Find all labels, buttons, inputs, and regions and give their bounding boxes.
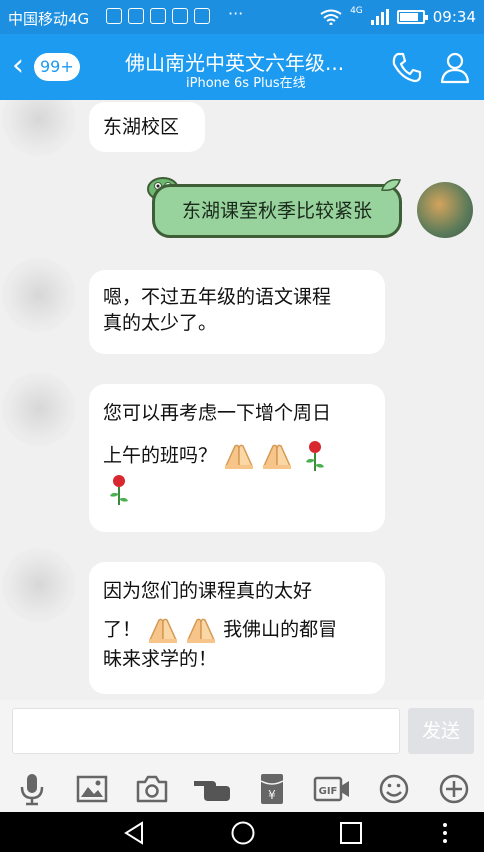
gallery-icon [194, 8, 210, 24]
overflow-indicator: ··· [228, 4, 244, 23]
avatar[interactable] [2, 100, 76, 156]
message-line: 我佛山的都冒 [223, 618, 338, 641]
network-type: 4G [350, 6, 363, 16]
back-chevron-icon: ‹ [12, 48, 24, 83]
rose-icon [306, 441, 325, 471]
message-text: 东湖课室秋季比较紧张 [181, 200, 372, 222]
message-line: 了！ [103, 618, 142, 641]
online-status: iPhone 6s Plus在线 [186, 76, 306, 91]
praying-hands-icon [148, 618, 178, 643]
message-line: 上午的班吗？ [103, 444, 218, 467]
nav-home-icon[interactable] [230, 820, 256, 846]
message-line: 真的太少了。 [103, 312, 218, 334]
chat-area[interactable]: 东湖校区 东湖课室秋季比较紧张 嗯，不过五年级的语文课程 真的太少了。 您可以再… [0, 100, 484, 700]
message-line: 您可以再考虑一下增个周日 [103, 402, 332, 424]
system-nav-bar [0, 812, 484, 852]
praying-hands-icon [186, 618, 216, 643]
camera-icon[interactable] [132, 770, 172, 808]
unread-badge: 99+ [34, 53, 80, 81]
avatar[interactable] [2, 258, 76, 332]
signal-icon [370, 9, 389, 25]
yen-label: ¥ [268, 788, 276, 802]
nav-recents-icon[interactable] [338, 820, 364, 846]
red-packet-icon[interactable]: ¥ [252, 770, 292, 808]
message-line: 嗯，不过五年级的语文课程 [103, 286, 332, 308]
image-icon[interactable] [72, 770, 112, 808]
clock: 09:34 [432, 8, 476, 26]
message-bubble[interactable]: 东湖校区 [89, 102, 205, 152]
wifi-icon [320, 9, 342, 25]
rose-icon [110, 475, 128, 505]
message-line: 因为您们的课程真的太好 [103, 580, 313, 602]
message-text: 东湖校区 [103, 116, 180, 138]
nav-back-icon[interactable] [122, 820, 148, 846]
message-bubble-self[interactable]: 东湖课室秋季比较紧张 [152, 184, 402, 238]
microphone-icon[interactable] [12, 770, 52, 808]
avatar-self[interactable] [417, 182, 473, 238]
notification-icons [106, 8, 210, 24]
back-button[interactable]: ‹ 99+ [8, 48, 80, 83]
leaf-decoration-icon [381, 178, 401, 192]
app-icon [128, 8, 144, 24]
message-bubble[interactable]: 嗯，不过五年级的语文课程 真的太少了。 [89, 270, 385, 354]
message-line: 昧来求学的！ [103, 648, 218, 670]
emoji-face-icon[interactable] [374, 770, 414, 808]
app-icon [150, 8, 166, 24]
phone-icon[interactable] [390, 50, 424, 84]
praying-hands-icon [262, 444, 292, 469]
avatar[interactable] [2, 548, 76, 622]
message-input[interactable] [12, 708, 400, 754]
chat-header: ‹ 99+ 佛山南光中英文六年级... iPhone 6s Plus在线 [0, 34, 484, 100]
gif-icon[interactable]: GIF [312, 770, 352, 808]
input-bar: 发送 [0, 700, 484, 766]
plus-icon[interactable] [434, 770, 474, 808]
nav-menu-icon[interactable] [432, 820, 458, 846]
shield-icon [106, 8, 122, 24]
user-profile-icon[interactable] [438, 50, 472, 84]
send-button[interactable]: 发送 [408, 708, 474, 754]
status-bar: 中国移动4G ··· 4G 09:34 [0, 0, 484, 34]
gif-label: GIF [319, 786, 338, 797]
carrier-label: 中国移动4G [8, 10, 90, 28]
chat-toolbar: ¥ GIF [0, 766, 484, 812]
message-bubble[interactable]: 您可以再考虑一下增个周日 上午的班吗？ [89, 384, 385, 532]
poke-hand-icon[interactable] [192, 770, 232, 808]
avatar[interactable] [2, 372, 76, 446]
mail-icon [172, 8, 188, 24]
message-bubble[interactable]: 因为您们的课程真的太好 了！ 我佛山的都冒 昧来求学的！ [89, 562, 385, 694]
battery-icon [396, 10, 428, 24]
praying-hands-icon [224, 444, 254, 469]
